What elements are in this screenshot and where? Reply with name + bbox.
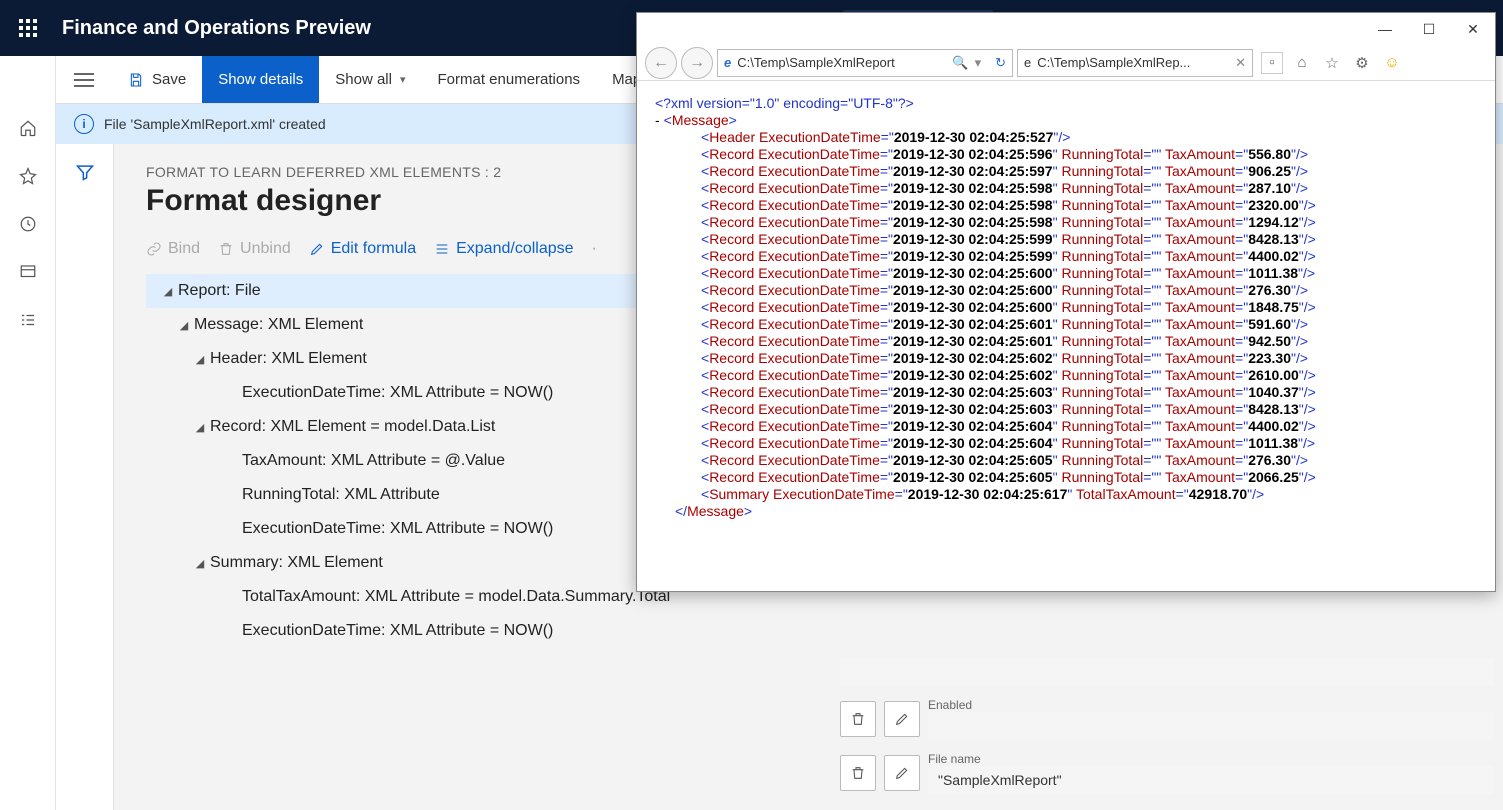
- ie-logo-icon: e: [1024, 55, 1031, 70]
- xml-record-row: <Record ExecutionDateTime="2019-12-30 02…: [655, 401, 1477, 418]
- trash-icon: [850, 765, 866, 781]
- xml-record-row: <Record ExecutionDateTime="2019-12-30 02…: [655, 265, 1477, 282]
- show-all-label: Show all: [335, 71, 392, 88]
- edit-formula-button[interactable]: Edit formula: [309, 240, 416, 258]
- workspace-icon[interactable]: [18, 262, 38, 282]
- trash-icon: [218, 241, 234, 257]
- refresh-icon[interactable]: ↻: [995, 55, 1006, 71]
- link-icon: [146, 241, 162, 257]
- pencil-icon: [894, 711, 910, 727]
- xml-record-row: <Record ExecutionDateTime="2019-12-30 02…: [655, 316, 1477, 333]
- enabled-label: Enabled: [928, 698, 1493, 712]
- save-icon: [128, 72, 144, 88]
- filter-icon[interactable]: [75, 162, 95, 182]
- save-label: Save: [152, 71, 186, 88]
- pencil-icon: [309, 241, 325, 257]
- filename-field[interactable]: [928, 766, 1493, 794]
- info-icon: i: [74, 114, 94, 134]
- xml-record-row: <Record ExecutionDateTime="2019-12-30 02…: [655, 282, 1477, 299]
- xml-record-row: <Record ExecutionDateTime="2019-12-30 02…: [655, 299, 1477, 316]
- xml-record-row: <Record ExecutionDateTime="2019-12-30 02…: [655, 333, 1477, 350]
- format-enumerations-button[interactable]: Format enumerations: [422, 56, 597, 103]
- xml-root-close: </Message>: [655, 503, 1477, 520]
- modules-icon[interactable]: [18, 310, 38, 330]
- xml-root-open: -<Message>: [655, 112, 1477, 129]
- ie-xml-body: <?xml version="1.0" encoding="UTF-8"?> -…: [637, 81, 1495, 591]
- xml-record-row: <Record ExecutionDateTime="2019-12-30 02…: [655, 163, 1477, 180]
- forward-button[interactable]: →: [681, 47, 713, 79]
- left-nav-rail: [0, 56, 56, 810]
- minimize-button[interactable]: —: [1363, 13, 1407, 45]
- xml-record-row: <Record ExecutionDateTime="2019-12-30 02…: [655, 214, 1477, 231]
- unbind-button[interactable]: Unbind: [218, 240, 291, 258]
- xml-record-row: <Record ExecutionDateTime="2019-12-30 02…: [655, 231, 1477, 248]
- show-details-button[interactable]: Show details: [202, 56, 319, 103]
- show-all-button[interactable]: Show all ▾: [319, 56, 421, 103]
- trash-icon: [850, 711, 866, 727]
- star-icon[interactable]: [18, 166, 38, 186]
- xml-record-row: <Record ExecutionDateTime="2019-12-30 02…: [655, 435, 1477, 452]
- chevron-down-icon: ▾: [400, 73, 406, 86]
- enabled-field[interactable]: [928, 712, 1493, 740]
- home-icon[interactable]: [18, 118, 38, 138]
- edit-filename-button[interactable]: [884, 755, 920, 791]
- app-launcher-icon[interactable]: [0, 0, 56, 56]
- show-details-label: Show details: [218, 71, 303, 88]
- xml-record-row: <Record ExecutionDateTime="2019-12-30 02…: [655, 350, 1477, 367]
- feedback-icon[interactable]: ☺: [1381, 52, 1403, 74]
- search-icon[interactable]: 🔍: [952, 55, 968, 71]
- tab-close-icon[interactable]: ✕: [1235, 55, 1246, 71]
- xml-record-row: <Record ExecutionDateTime="2019-12-30 02…: [655, 367, 1477, 384]
- ie-logo-icon: e: [724, 55, 731, 70]
- pencil-icon: [894, 765, 910, 781]
- favorites-icon[interactable]: ☆: [1321, 52, 1343, 74]
- format-enum-label: Format enumerations: [438, 71, 581, 88]
- settings-icon[interactable]: ⚙: [1351, 52, 1373, 74]
- new-tab-icon[interactable]: ▫: [1261, 52, 1283, 74]
- xml-record-row: <Record ExecutionDateTime="2019-12-30 02…: [655, 180, 1477, 197]
- xml-record-row: <Record ExecutionDateTime="2019-12-30 02…: [655, 418, 1477, 435]
- filename-label: File name: [928, 752, 1493, 766]
- app-title: Finance and Operations Preview: [56, 17, 371, 40]
- save-button[interactable]: Save: [112, 56, 202, 103]
- browser-tab[interactable]: e C:\Temp\SampleXmlRep... ✕: [1017, 49, 1253, 77]
- bind-button[interactable]: Bind: [146, 240, 200, 258]
- tab-title: C:\Temp\SampleXmlRep...: [1037, 55, 1190, 70]
- address-text: C:\Temp\SampleXmlReport: [737, 55, 895, 70]
- ie-icon-bar: ▫ ⌂ ☆ ⚙ ☺: [1261, 52, 1403, 74]
- expand-collapse-button[interactable]: Expand/collapse: [434, 240, 573, 258]
- nav-toggle-icon[interactable]: [56, 56, 112, 103]
- info-message: File 'SampleXmlReport.xml' created: [104, 116, 326, 132]
- xml-record-row: <Record ExecutionDateTime="2019-12-30 02…: [655, 452, 1477, 469]
- generic-field[interactable]: [840, 658, 1493, 686]
- edit-enabled-button[interactable]: [884, 701, 920, 737]
- xml-record-row: <Record ExecutionDateTime="2019-12-30 02…: [655, 469, 1477, 486]
- ie-toolbar: ← → e C:\Temp\SampleXmlReport 🔍 ▾ ↻ e C:…: [637, 45, 1495, 81]
- recent-icon[interactable]: [18, 214, 38, 234]
- close-button[interactable]: ✕: [1451, 13, 1495, 45]
- property-panel: Enabled File name: [830, 642, 1503, 810]
- xml-record-row: <Record ExecutionDateTime="2019-12-30 02…: [655, 197, 1477, 214]
- back-button[interactable]: ←: [645, 47, 677, 79]
- address-bar[interactable]: e C:\Temp\SampleXmlReport 🔍 ▾ ↻: [717, 49, 1013, 77]
- home-icon[interactable]: ⌂: [1291, 52, 1313, 74]
- ie-titlebar: — ☐ ✕: [637, 13, 1495, 45]
- xml-summary-row: <Summary ExecutionDateTime="2019-12-30 0…: [655, 486, 1477, 503]
- xml-record-row: <Record ExecutionDateTime="2019-12-30 02…: [655, 384, 1477, 401]
- ie-window: — ☐ ✕ ← → e C:\Temp\SampleXmlReport 🔍 ▾ …: [636, 12, 1496, 592]
- xml-record-row: <Record ExecutionDateTime="2019-12-30 02…: [655, 248, 1477, 265]
- delete-filename-button[interactable]: [840, 755, 876, 791]
- xml-header-row: <Header ExecutionDateTime="2019-12-30 02…: [655, 129, 1477, 146]
- maximize-button[interactable]: ☐: [1407, 13, 1451, 45]
- list-icon: [434, 241, 450, 257]
- xml-declaration: <?xml version="1.0" encoding="UTF-8"?>: [655, 95, 1477, 112]
- xml-record-row: <Record ExecutionDateTime="2019-12-30 02…: [655, 146, 1477, 163]
- filter-column: [56, 144, 114, 810]
- delete-enabled-button[interactable]: [840, 701, 876, 737]
